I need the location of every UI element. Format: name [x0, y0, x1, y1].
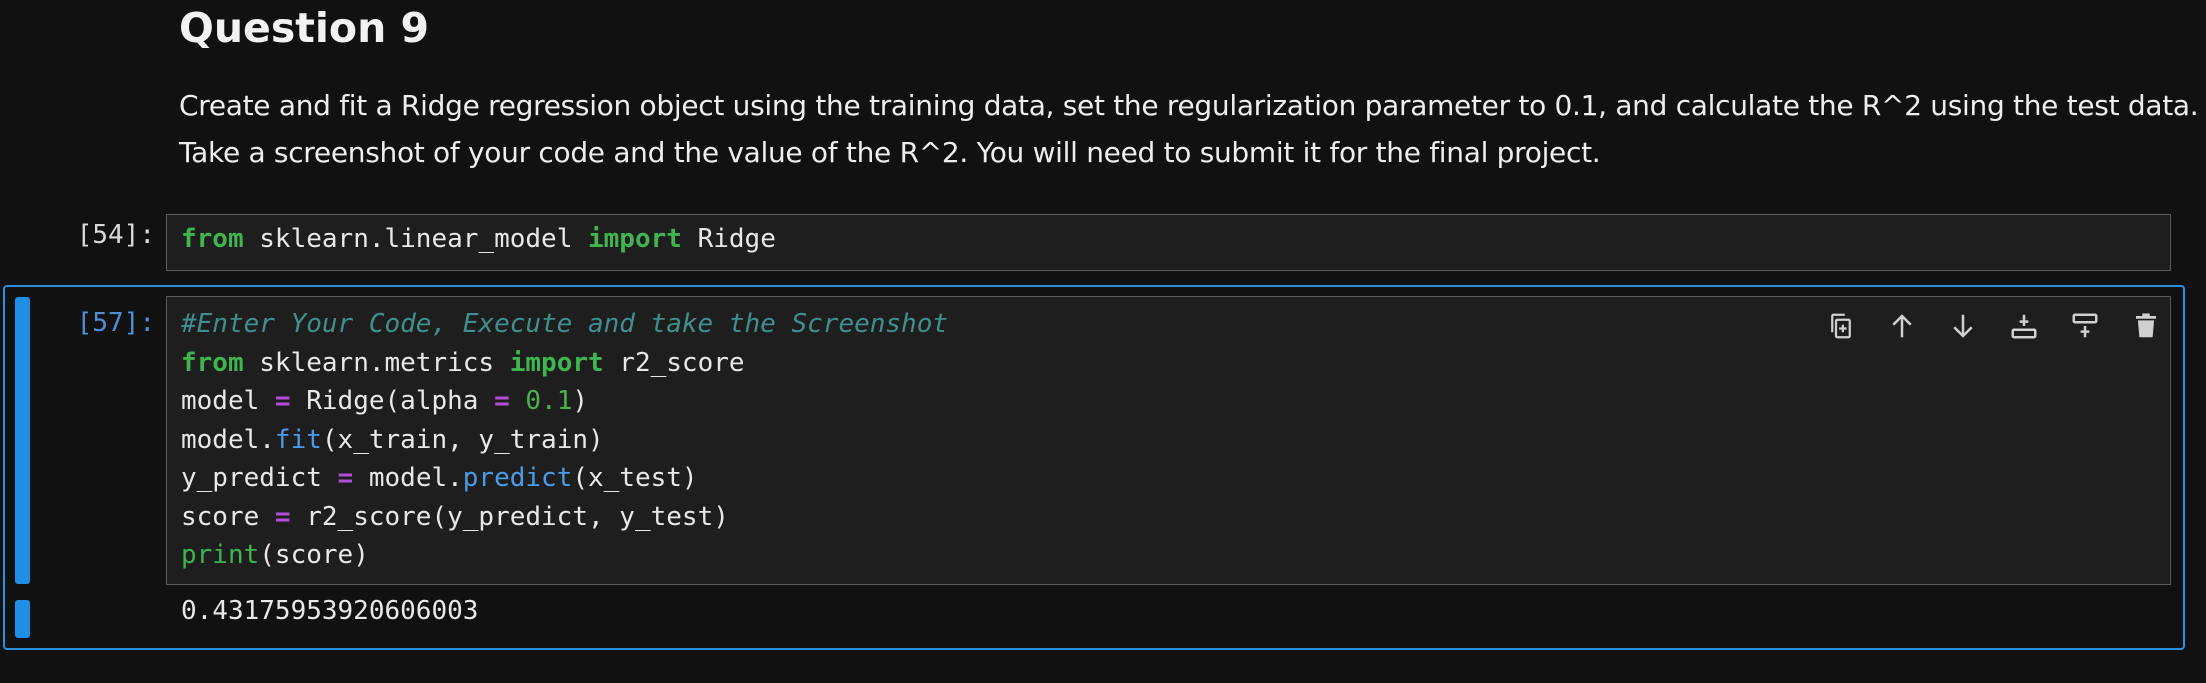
keyword: from	[181, 224, 244, 254]
code-text: score	[181, 501, 275, 532]
code-text: )	[572, 386, 589, 416]
execution-count-54: [54]:	[76, 220, 155, 250]
method-name: predict	[462, 463, 573, 493]
move-up-button[interactable]	[1871, 306, 1932, 346]
question-heading: Question 9	[179, 4, 430, 52]
code-text: (x_test)	[572, 463, 698, 493]
move-down-button[interactable]	[1932, 306, 1993, 346]
keyword: from	[181, 347, 244, 378]
code-text: model.	[353, 463, 463, 493]
duplicate-cell-button[interactable]	[1810, 306, 1871, 346]
code-text: model	[181, 386, 275, 416]
instruction-text-2: Take a screenshot of your code and the v…	[179, 136, 1601, 169]
code-text: sklearn.metrics	[243, 347, 510, 378]
instruction-text: Create and fit a Ridge regression object…	[179, 89, 2199, 122]
execution-count-57: [57]:	[76, 308, 155, 338]
code-editor-ridge[interactable]: #Enter Your Code, Execute and take the S…	[181, 305, 948, 575]
operator: =	[274, 386, 291, 416]
insert-above-icon	[2011, 314, 2036, 339]
code-text: Ridge	[681, 224, 776, 254]
operator: =	[274, 501, 291, 532]
method-name: fit	[274, 424, 322, 455]
cell-output: 0.43175953920606003	[181, 596, 479, 626]
cell-toolbar	[1810, 306, 2176, 346]
input-collapser[interactable]	[15, 297, 30, 584]
delete-icon	[2135, 313, 2156, 338]
code-text: sklearn.linear_model	[243, 224, 588, 254]
code-text: r2_score	[603, 347, 745, 378]
code-editor-import[interactable]: from sklearn.linear_model import Ridge	[181, 220, 776, 259]
code-text: (x_train, y_train)	[321, 424, 604, 455]
operator: =	[337, 463, 354, 493]
move-up-icon	[1891, 314, 1912, 338]
number-literal: 0.1	[525, 386, 573, 416]
code-text: (score)	[259, 540, 369, 570]
insert-above-button[interactable]	[1993, 306, 2054, 346]
code-text: r2_score(y_predict, y_test)	[290, 501, 729, 532]
code-text: model.	[181, 424, 275, 455]
output-collapser[interactable]	[15, 600, 30, 638]
keyword: import	[509, 347, 604, 378]
delete-cell-button[interactable]	[2115, 306, 2176, 346]
insert-below-button[interactable]	[2054, 306, 2115, 346]
duplicate-icon	[1830, 313, 1851, 339]
move-down-icon	[1952, 314, 1973, 338]
keyword: import	[588, 224, 682, 254]
operator: =	[494, 386, 510, 416]
code-text: y_predict	[181, 463, 338, 493]
code-text: Ridge(alpha	[290, 386, 495, 416]
builtin-name: print	[181, 540, 260, 570]
code-comment: #Enter Your Code, Execute and take the S…	[181, 309, 949, 339]
insert-below-icon	[2072, 313, 2097, 338]
